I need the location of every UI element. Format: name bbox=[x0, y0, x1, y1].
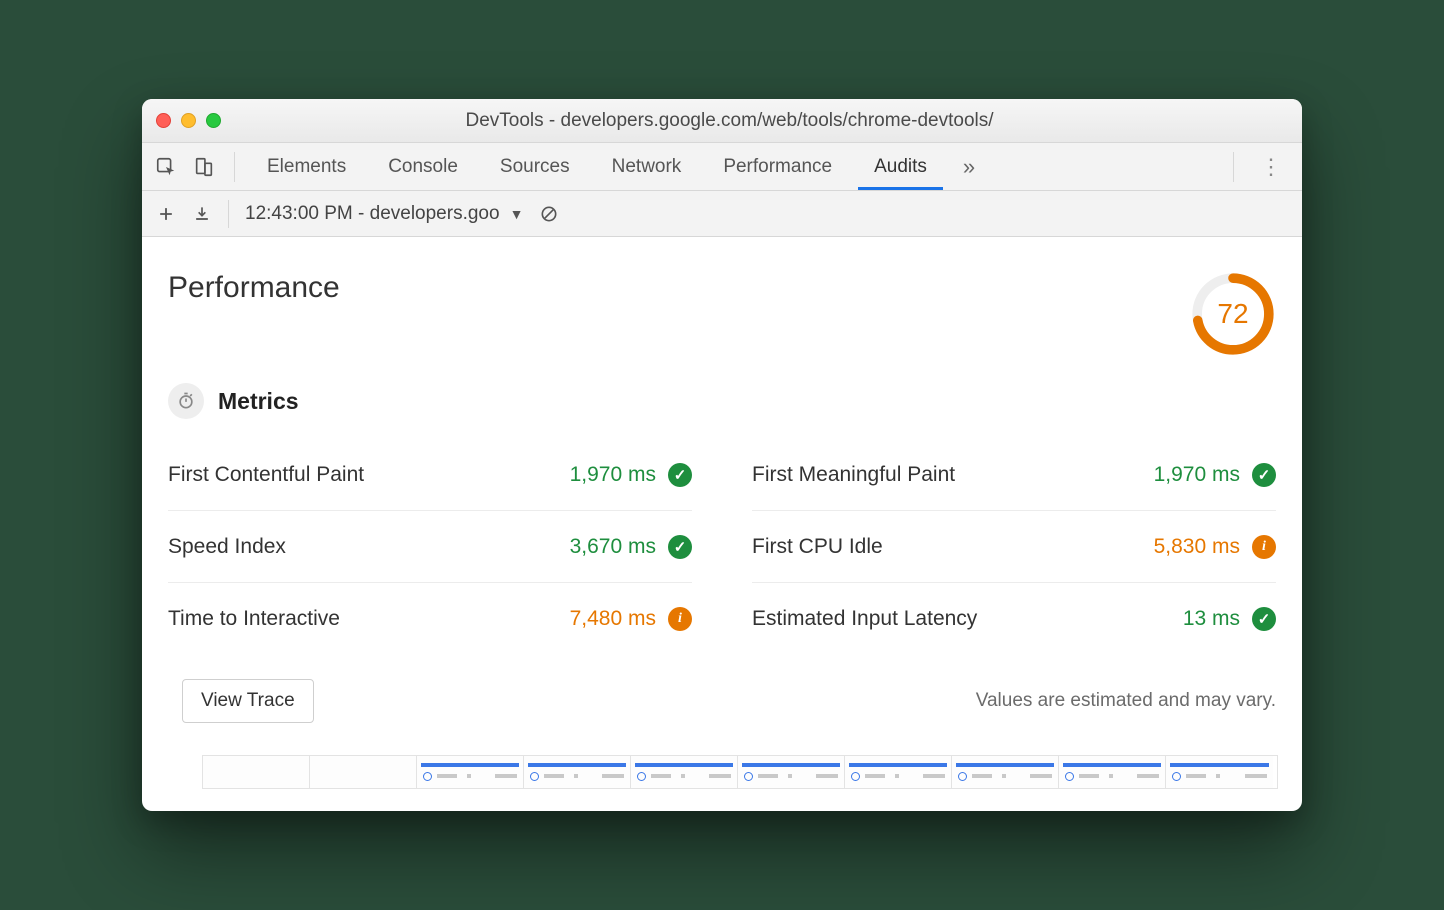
metric-row: First CPU Idle 5,830 ms i bbox=[752, 511, 1276, 583]
metric-name: Speed Index bbox=[168, 535, 286, 559]
device-toolbar-icon[interactable] bbox=[190, 153, 218, 181]
filmstrip-frame bbox=[738, 756, 845, 788]
filmstrip-frame bbox=[1059, 756, 1166, 788]
metric-row: First Contentful Paint 1,970 ms ✓ bbox=[168, 439, 692, 511]
audit-toolbar: 12:43:00 PM - developers.goo ▼ bbox=[142, 191, 1302, 237]
metric-name: Estimated Input Latency bbox=[752, 607, 977, 631]
metrics-section-header: Metrics bbox=[162, 367, 1282, 439]
chevron-down-icon: ▼ bbox=[510, 206, 524, 222]
report-dropdown[interactable]: 12:43:00 PM - developers.goo ▼ bbox=[245, 203, 523, 225]
checkmark-icon: ✓ bbox=[668, 463, 692, 487]
filmstrip-frame bbox=[310, 756, 417, 788]
tab-audits[interactable]: Audits bbox=[858, 143, 943, 190]
zoom-icon[interactable] bbox=[206, 113, 221, 128]
values-note: Values are estimated and may vary. bbox=[976, 690, 1276, 712]
filmstrip-frame bbox=[1166, 756, 1273, 788]
checkmark-icon: ✓ bbox=[1252, 607, 1276, 631]
minimize-icon[interactable] bbox=[181, 113, 196, 128]
filmstrip-frame bbox=[952, 756, 1059, 788]
close-icon[interactable] bbox=[156, 113, 171, 128]
titlebar: DevTools - developers.google.com/web/too… bbox=[142, 99, 1302, 143]
metric-row: Estimated Input Latency 13 ms ✓ bbox=[752, 583, 1276, 655]
metric-name: First Meaningful Paint bbox=[752, 463, 955, 487]
metric-row: Time to Interactive 7,480 ms i bbox=[168, 583, 692, 655]
report-dropdown-label: 12:43:00 PM - developers.goo bbox=[245, 203, 500, 225]
filmstrip-frame bbox=[524, 756, 631, 788]
clear-icon[interactable] bbox=[539, 204, 559, 224]
metric-value: 3,670 ms bbox=[570, 535, 656, 559]
score-value: 72 bbox=[1190, 271, 1276, 357]
window-title: DevTools - developers.google.com/web/too… bbox=[241, 110, 1218, 132]
info-icon: i bbox=[1252, 535, 1276, 559]
tabs-overflow-icon[interactable]: » bbox=[953, 154, 985, 180]
stopwatch-icon bbox=[168, 383, 204, 419]
metric-row: Speed Index 3,670 ms ✓ bbox=[168, 511, 692, 583]
score-gauge: 72 bbox=[1190, 271, 1276, 357]
metric-value: 1,970 ms bbox=[570, 463, 656, 487]
filmstrip bbox=[202, 755, 1278, 789]
metric-name: First Contentful Paint bbox=[168, 463, 364, 487]
metric-value: 5,830 ms bbox=[1154, 535, 1240, 559]
tab-performance[interactable]: Performance bbox=[707, 143, 848, 190]
filmstrip-frame bbox=[631, 756, 738, 788]
metric-value: 13 ms bbox=[1183, 607, 1240, 631]
inspect-element-icon[interactable] bbox=[152, 153, 180, 181]
info-icon: i bbox=[668, 607, 692, 631]
filmstrip-frame bbox=[845, 756, 952, 788]
metric-name: First CPU Idle bbox=[752, 535, 883, 559]
tab-elements[interactable]: Elements bbox=[251, 143, 362, 190]
window-controls bbox=[156, 113, 221, 128]
tab-sources[interactable]: Sources bbox=[484, 143, 586, 190]
kebab-menu-icon[interactable]: ⋮ bbox=[1250, 154, 1292, 180]
filmstrip-frame bbox=[417, 756, 524, 788]
metrics-grid: First Contentful Paint 1,970 ms ✓ First … bbox=[162, 439, 1282, 655]
metrics-label: Metrics bbox=[218, 388, 299, 415]
new-audit-icon[interactable] bbox=[156, 204, 176, 224]
audit-report: Performance 72 Metrics bbox=[142, 237, 1302, 811]
tab-network[interactable]: Network bbox=[596, 143, 698, 190]
checkmark-icon: ✓ bbox=[1252, 463, 1276, 487]
devtools-window: DevTools - developers.google.com/web/too… bbox=[142, 99, 1302, 811]
tab-console[interactable]: Console bbox=[372, 143, 474, 190]
view-trace-button[interactable]: View Trace bbox=[182, 679, 314, 723]
checkmark-icon: ✓ bbox=[668, 535, 692, 559]
metric-value: 1,970 ms bbox=[1154, 463, 1240, 487]
devtools-tab-bar: Elements Console Sources Network Perform… bbox=[142, 143, 1302, 191]
metric-row: First Meaningful Paint 1,970 ms ✓ bbox=[752, 439, 1276, 511]
category-title: Performance bbox=[168, 271, 340, 305]
download-icon[interactable] bbox=[192, 204, 212, 224]
metric-name: Time to Interactive bbox=[168, 607, 340, 631]
metric-value: 7,480 ms bbox=[570, 607, 656, 631]
filmstrip-frame bbox=[203, 756, 310, 788]
